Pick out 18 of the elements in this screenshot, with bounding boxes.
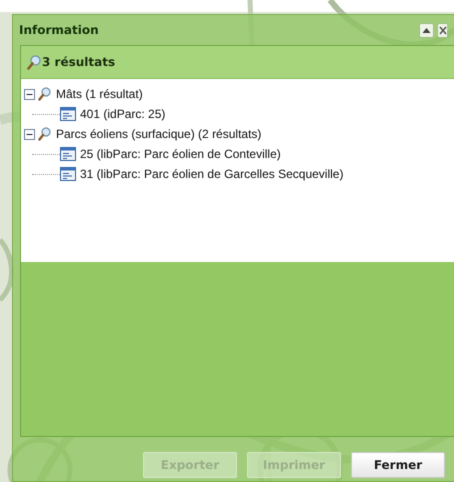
search-icon <box>38 127 51 141</box>
search-icon <box>38 87 51 101</box>
dialog-button[interactable]: Fermer <box>351 452 445 478</box>
collapse-toggle[interactable] <box>24 88 35 100</box>
record-icon <box>60 167 76 181</box>
collapse-toggle[interactable] <box>24 128 35 140</box>
tree-item[interactable]: Mâts (1 résultat) <box>56 85 143 103</box>
tree-item[interactable]: 401 (idParc: 25) <box>80 105 166 123</box>
panel-title: 3 résultats <box>42 54 116 71</box>
close-icon[interactable] <box>437 22 447 38</box>
window-title: Information <box>19 22 100 39</box>
record-icon <box>60 107 76 121</box>
tree-item[interactable]: 25 (libParc: Parc éolien de Conteville) <box>80 145 281 163</box>
record-icon <box>60 147 76 161</box>
tree-item[interactable]: Parcs éoliens (surfacique) (2 résultats) <box>56 125 262 143</box>
collapse-button[interactable] <box>419 22 434 38</box>
tree-item[interactable]: 31 (libParc: Parc éolien de Garcelles Secqueville) <box>80 165 344 183</box>
search-icon <box>27 54 41 70</box>
